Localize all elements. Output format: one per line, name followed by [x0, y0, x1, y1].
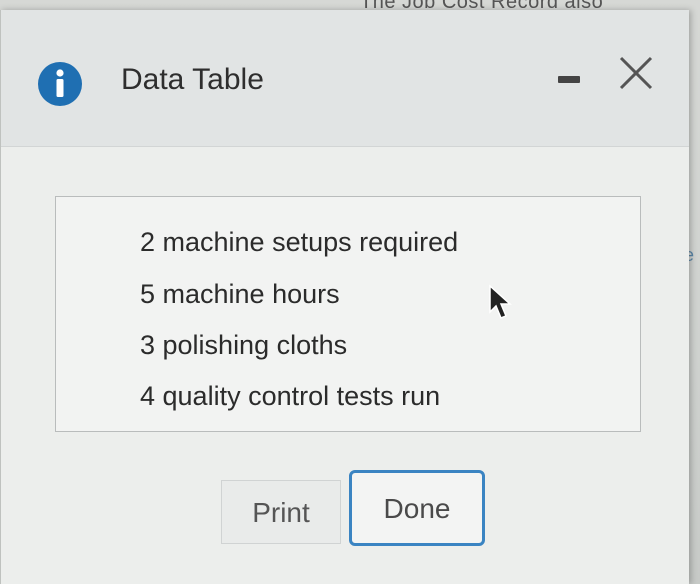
data-table-row: 4 quality control tests run: [140, 381, 441, 411]
data-table-row: 2 machine setups required: [140, 227, 459, 257]
data-table-dialog: Data Table 2 machine setups required 5 m…: [0, 10, 689, 584]
minimize-button[interactable]: [548, 58, 588, 98]
data-table-row: 3 polishing cloths: [140, 330, 348, 360]
data-table: 2 machine setups required 5 machine hour…: [55, 196, 641, 432]
minimize-icon: [558, 76, 580, 83]
dialog-titlebar: Data Table: [1, 10, 689, 147]
info-icon: [38, 62, 82, 106]
dialog-title: Data Table: [121, 63, 264, 96]
close-icon[interactable]: [613, 50, 659, 96]
data-table-row: 5 machine hours: [140, 279, 340, 309]
mouse-pointer-icon: [489, 284, 512, 319]
done-button[interactable]: Done: [349, 470, 485, 546]
print-button[interactable]: Print: [221, 480, 341, 544]
